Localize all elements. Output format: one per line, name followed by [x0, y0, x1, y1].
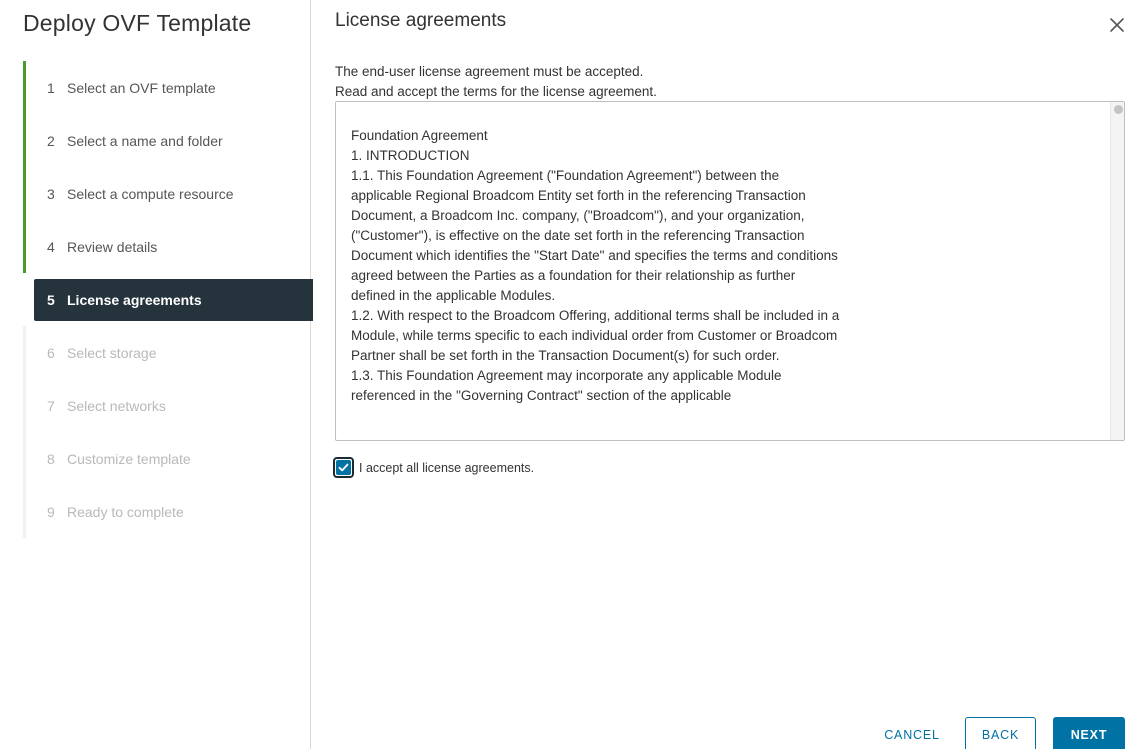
step-select-compute-resource[interactable]: 3 Select a compute resource — [23, 167, 311, 220]
wizard-title: Deploy OVF Template — [23, 10, 252, 36]
step-number: 9 — [47, 503, 55, 520]
page-title: License agreements — [335, 10, 507, 31]
wizard-steps: 1 Select an OVF template 2 Select a name… — [23, 61, 313, 538]
step-label: Select storage — [67, 344, 157, 361]
step-label: Review details — [67, 238, 158, 255]
step-select-networks: 7 Select networks — [23, 379, 311, 432]
step-review-details[interactable]: 4 Review details — [23, 220, 311, 273]
step-number: 1 — [47, 79, 55, 96]
step-label: License agreements — [67, 292, 202, 308]
step-label: Select an OVF template — [67, 79, 216, 96]
check-icon — [338, 463, 349, 472]
intro-line-2: Read and accept the terms for the licens… — [335, 84, 657, 99]
wizard-sidebar: Deploy OVF Template 1 Select an OVF temp… — [0, 0, 313, 749]
step-customize-template: 8 Customize template — [23, 432, 311, 485]
next-button[interactable]: NEXT — [1053, 717, 1125, 749]
step-label: Select networks — [67, 397, 166, 414]
step-label: Customize template — [67, 450, 191, 467]
main-content: License agreements The end-user license … — [311, 0, 1127, 749]
back-button[interactable]: BACK — [965, 717, 1036, 749]
step-select-storage: 6 Select storage — [23, 326, 311, 379]
step-number: 7 — [47, 397, 55, 414]
step-label: Select a name and folder — [67, 132, 223, 149]
accept-checkbox[interactable] — [333, 457, 354, 478]
step-label: Ready to complete — [67, 503, 184, 520]
scrollbar-thumb[interactable] — [1114, 105, 1123, 114]
active-step-pill: 5 License agreements — [34, 279, 313, 321]
eula-textbox[interactable]: Foundation Agreement 1. INTRODUCTION 1.1… — [335, 101, 1125, 441]
accept-row: I accept all license agreements. — [333, 457, 534, 478]
step-select-ovf-template[interactable]: 1 Select an OVF template — [23, 61, 311, 114]
step-license-agreements[interactable]: 5 License agreements — [23, 273, 313, 326]
close-icon — [1110, 18, 1124, 32]
checkbox-fill — [336, 460, 351, 475]
step-number: 8 — [47, 450, 55, 467]
step-number: 4 — [47, 238, 55, 255]
step-select-name-folder[interactable]: 2 Select a name and folder — [23, 114, 311, 167]
step-number: 6 — [47, 344, 55, 361]
step-label: Select a compute resource — [67, 185, 234, 202]
close-button[interactable] — [1108, 16, 1126, 34]
step-ready-to-complete: 9 Ready to complete — [23, 485, 311, 538]
intro-text: The end-user license agreement must be a… — [335, 62, 657, 102]
eula-scrollbar[interactable] — [1110, 102, 1124, 440]
eula-text: Foundation Agreement 1. INTRODUCTION 1.1… — [351, 128, 840, 403]
accept-label[interactable]: I accept all license agreements. — [359, 461, 534, 475]
cancel-button[interactable]: CANCEL — [871, 717, 953, 749]
step-number: 5 — [47, 292, 55, 308]
intro-line-1: The end-user license agreement must be a… — [335, 64, 644, 79]
deploy-ovf-dialog: Deploy OVF Template 1 Select an OVF temp… — [0, 0, 1127, 749]
step-number: 3 — [47, 185, 55, 202]
step-number: 2 — [47, 132, 55, 149]
